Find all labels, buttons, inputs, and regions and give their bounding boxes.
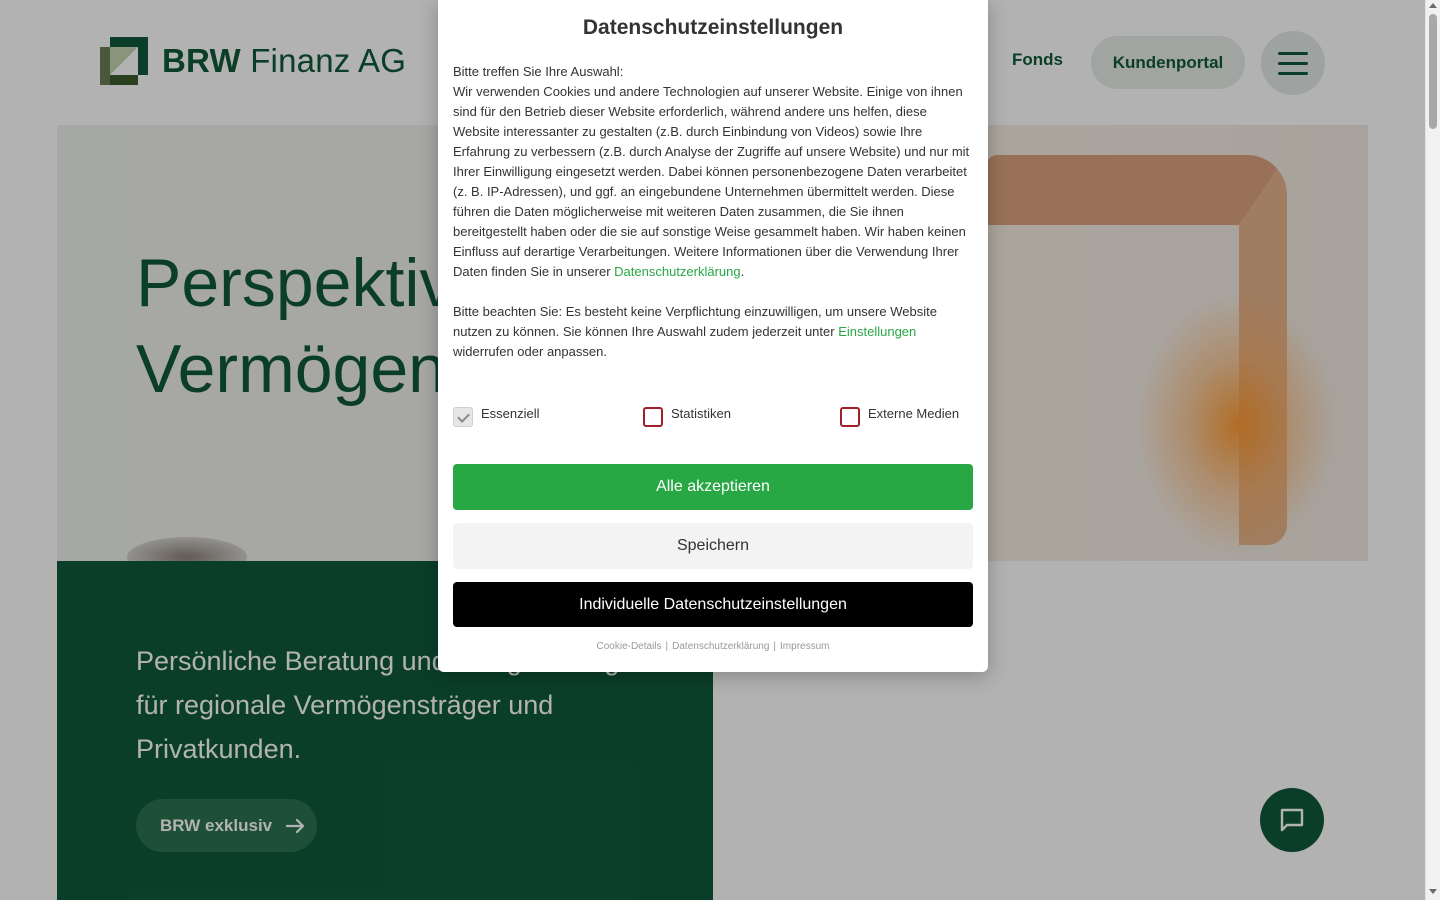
intro-text: Wir verwenden Cookies und andere Technol…: [453, 84, 970, 279]
settings-link[interactable]: Einstellungen: [838, 324, 916, 339]
note-text: Bitte beachten Sie: Es besteht keine Ver…: [453, 304, 937, 359]
checkbox-statistiken[interactable]: Statistiken: [643, 404, 731, 427]
scroll-up-arrow-icon[interactable]: [1429, 3, 1437, 8]
checkbox-essenziell: Essenziell: [453, 404, 540, 427]
checkbox-statistiken-label[interactable]: Statistiken: [671, 404, 731, 424]
modal-footer-links: Cookie-Details | Datenschutzerklärung | Impr…: [596, 641, 830, 652]
footer-privacy-link[interactable]: Datenschutzerklärung: [672, 641, 769, 652]
scrollbar-thumb[interactable]: [1429, 14, 1437, 129]
modal-body: Bitte treffen Sie Ihre Auswahl: Wir verw…: [453, 62, 975, 362]
checkbox-statistiken-box[interactable]: [643, 407, 663, 427]
checkbox-essenziell-box: [453, 407, 473, 427]
scroll-down-arrow-icon[interactable]: [1429, 889, 1437, 894]
intro-heading: Bitte treffen Sie Ihre Auswahl:: [453, 64, 624, 79]
impressum-link[interactable]: Impressum: [780, 641, 829, 652]
checkbox-essenziell-label: Essenziell: [481, 406, 540, 421]
cookie-details-link[interactable]: Cookie-Details: [597, 641, 662, 652]
individual-settings-button[interactable]: Individuelle Datenschutzeinstellungen: [453, 582, 973, 627]
privacy-policy-link[interactable]: Datenschutzerklärung: [614, 264, 740, 279]
checkbox-externe-medien-box[interactable]: [840, 407, 860, 427]
modal-title: Datenschutzeinstellungen: [582, 16, 844, 39]
page-scrollbar[interactable]: [1425, 0, 1440, 900]
privacy-settings-modal: Datenschutzeinstellungen Bitte treffen S…: [438, 0, 988, 672]
checkbox-externe-medien-label[interactable]: Externe Medien: [868, 404, 959, 424]
save-button[interactable]: Speichern: [453, 523, 973, 569]
accept-all-button[interactable]: Alle akzeptieren: [453, 464, 973, 510]
consent-checkboxes: Essenziell Statistiken Externe Medien: [453, 404, 973, 430]
checkbox-externe-medien[interactable]: Externe Medien: [840, 404, 959, 427]
